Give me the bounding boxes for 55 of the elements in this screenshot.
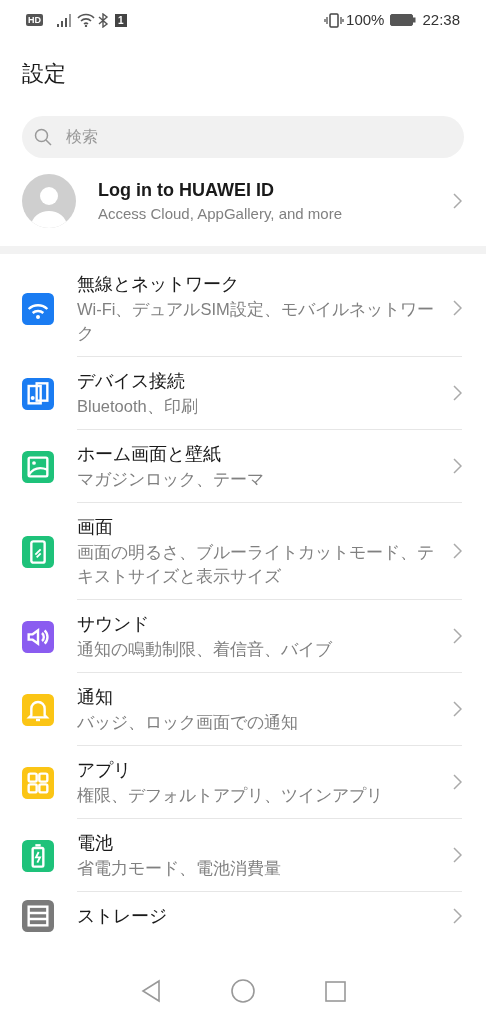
chevron-icon [453, 543, 462, 559]
setting-title: ストレージ [77, 905, 168, 928]
hd-badge: HD [26, 14, 43, 26]
setting-subtitle: 画面の明るさ、ブルーライトカットモード、テキストサイズと表示サイズ [77, 542, 435, 587]
chevron-icon [453, 458, 462, 474]
account-title: Log in to HUAWEI ID [98, 179, 275, 202]
settings-row[interactable]: 電池 省電力モード、電池消費量 [0, 819, 486, 892]
setting-subtitle: バッジ、ロック画面での通知 [77, 712, 299, 733]
setting-title: 通知 [77, 686, 114, 709]
account-subtitle: Access Cloud, AppGallery, and more [98, 204, 343, 224]
chevron-icon [453, 385, 462, 401]
setting-title: サウンド [77, 613, 150, 636]
setting-subtitle: Bluetooth、印刷 [77, 396, 199, 417]
setting-subtitle: マガジンロック、テーマ [77, 469, 265, 490]
search-icon [34, 128, 52, 146]
settings-row[interactable]: 無線とネットワーク Wi-Fi、デュアルSIM設定、モバイルネットワーク [0, 260, 486, 357]
setting-subtitle: 権限、デフォルトアプリ、ツインアプリ [77, 785, 384, 806]
battery-percent: 100% [346, 9, 385, 30]
setting-title: 画面 [77, 516, 114, 539]
chevron-icon [453, 701, 462, 717]
chevron-icon [453, 193, 462, 209]
settings-row[interactable]: ストレージ [0, 892, 486, 940]
clock-time: 22:38 [422, 9, 460, 30]
bluetooth-icon [97, 12, 109, 28]
setting-title: 電池 [77, 832, 114, 855]
settings-row[interactable]: デバイス接続 Bluetooth、印刷 [0, 357, 486, 430]
setting-title: ホーム画面と壁紙 [77, 443, 222, 466]
settings-row[interactable]: ホーム画面と壁紙 マガジンロック、テーマ [0, 430, 486, 503]
battery-icon [390, 14, 417, 26]
vibrate-icon [324, 12, 345, 28]
sim-badge: 1 [115, 13, 127, 27]
back-icon[interactable] [140, 979, 161, 1003]
setting-subtitle: 通知の鳴動制限、着信音、バイブ [77, 639, 333, 660]
page-title: 設定 [22, 59, 66, 88]
setting-subtitle: Wi-Fi、デュアルSIM設定、モバイルネットワーク [77, 299, 435, 344]
chevron-icon [453, 908, 462, 924]
setting-title: 無線とネットワーク [77, 273, 240, 296]
avatar-icon [22, 174, 76, 228]
signal-icon [57, 13, 73, 27]
account-row[interactable]: Log in to HUAWEI ID Access Cloud, AppGallery, and more [0, 158, 486, 244]
recents-icon[interactable] [324, 980, 346, 1002]
chevron-icon [453, 628, 462, 644]
chevron-icon [453, 847, 462, 863]
search-field[interactable]: 検索 [22, 116, 464, 158]
setting-title: アプリ [77, 759, 132, 782]
wifi-icon [77, 13, 95, 27]
chevron-icon [453, 774, 462, 790]
setting-subtitle: 省電力モード、電池消費量 [77, 858, 282, 879]
settings-row[interactable]: サウンド 通知の鳴動制限、着信音、バイブ [0, 600, 486, 673]
chevron-icon [453, 300, 462, 316]
setting-title: デバイス接続 [77, 370, 186, 393]
settings-row[interactable]: 通知 バッジ、ロック画面での通知 [0, 673, 486, 746]
home-icon[interactable] [230, 979, 255, 1003]
settings-row[interactable]: アプリ 権限、デフォルトアプリ、ツインアプリ [0, 746, 486, 819]
settings-row[interactable]: 画面 画面の明るさ、ブルーライトカットモード、テキストサイズと表示サイズ [0, 503, 486, 600]
